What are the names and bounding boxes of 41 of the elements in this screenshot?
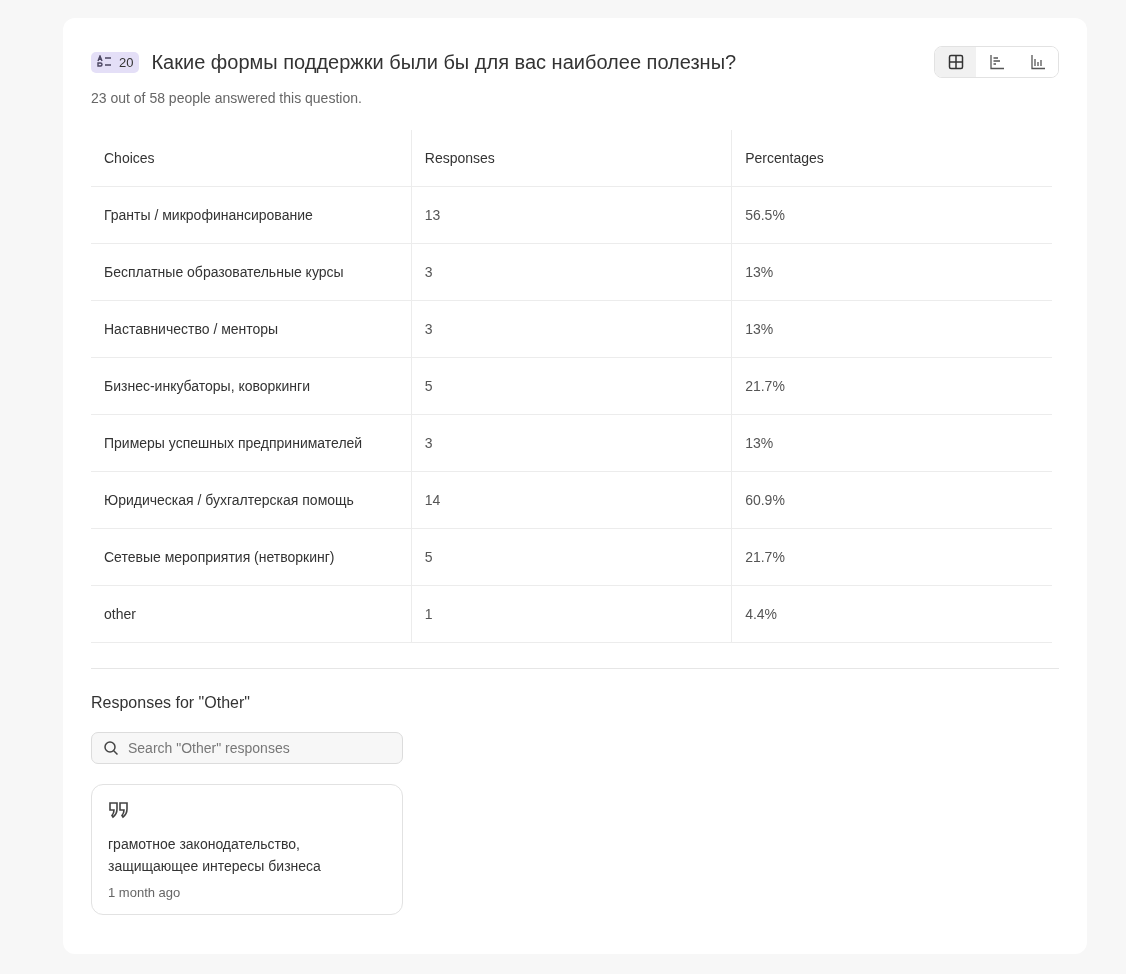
question-number: 20 — [119, 54, 134, 70]
table-cell: Гранты / микрофинансирование — [91, 186, 412, 244]
table-cell: Примеры успешных предпринимателей — [91, 414, 412, 472]
search-field[interactable]: Search "Other" responses — [91, 732, 403, 764]
table-cell: 13% — [731, 414, 1052, 472]
table-view-button[interactable] — [935, 47, 976, 77]
response-time: 1 month ago — [108, 885, 182, 900]
table-cell: 5 — [411, 357, 732, 415]
table-cell: 21.7% — [731, 357, 1052, 415]
table-cell: 5 — [411, 528, 732, 586]
table-cell: 60.9% — [731, 471, 1052, 529]
search-icon — [103, 740, 119, 756]
table-cell: 14 — [411, 471, 732, 529]
table-cell: Наставничество / менторы — [91, 300, 412, 358]
section-heading: Responses for "Other" — [91, 694, 251, 712]
answered-count: 23 out of 58 people answered this question. — [91, 90, 363, 106]
response-text: грамотное законодательство, защищающее интересы бизнеса — [108, 835, 322, 876]
table-cell: 21.7% — [731, 528, 1052, 586]
column-header: Responses — [411, 130, 732, 187]
table-cell: Юридическая / бухгалтерская помощь — [91, 471, 412, 529]
table-cell: Бесплатные образовательные курсы — [91, 243, 412, 301]
table-cell: 3 — [411, 414, 732, 472]
column-header: Choices — [91, 130, 412, 187]
table-cell: 3 — [411, 300, 732, 358]
table-cell: 13 — [411, 186, 732, 244]
horizontal-bar-chart-icon — [988, 54, 1005, 70]
table-cell: 3 — [411, 243, 732, 301]
table-cell: Бизнес-инкубаторы, коворкинги — [91, 357, 412, 415]
column-header: Percentages — [731, 130, 1052, 187]
grid-icon — [947, 54, 964, 70]
table-cell: 1 — [411, 585, 732, 643]
table-cell: 13% — [731, 243, 1052, 301]
table-cell: 13% — [731, 300, 1052, 358]
table-cell: 4.4% — [731, 585, 1052, 643]
quote-icon — [108, 801, 130, 819]
question-title: Какие формы поддержки были бы для вас наиболее полезны? — [151, 50, 738, 74]
bar-chart-icon — [1029, 54, 1046, 70]
table-cell: other — [91, 585, 412, 643]
list-icon — [97, 55, 113, 69]
table-cell: 56.5% — [731, 186, 1052, 244]
table-cell: Сетевые мероприятия (нетворкинг) — [91, 528, 412, 586]
